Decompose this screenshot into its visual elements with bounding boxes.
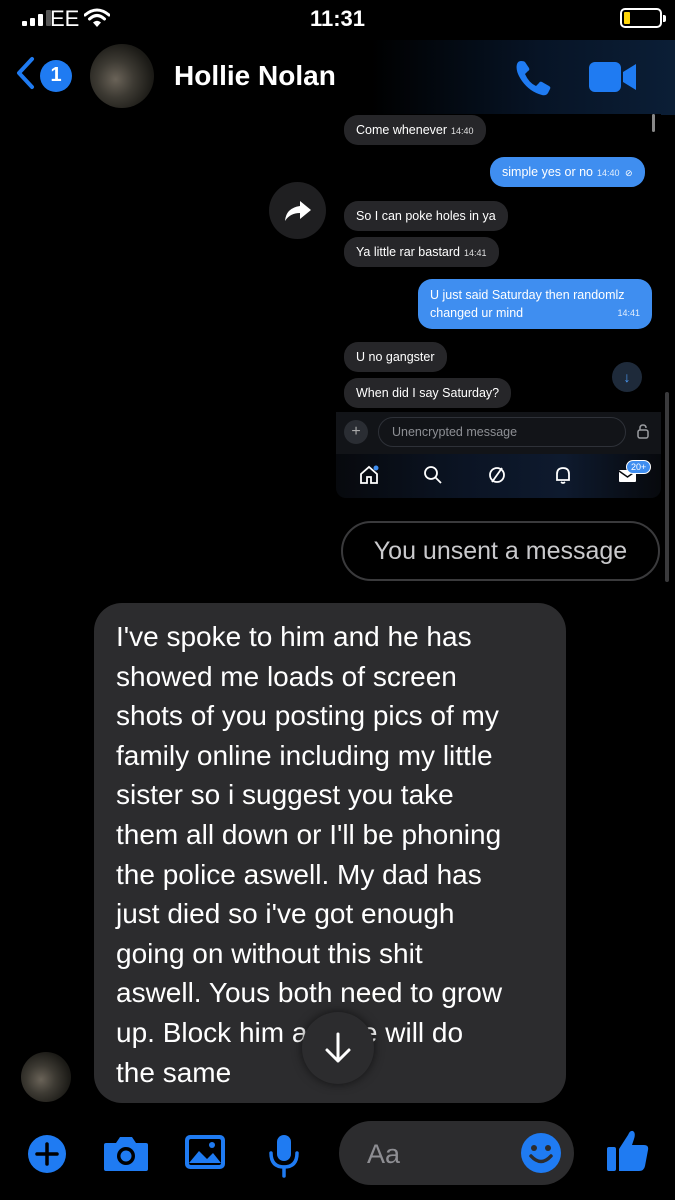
sent-check-icon: ⊘ [625, 168, 633, 178]
message-line: I've spoke to him and he has [116, 621, 472, 652]
plus-icon [28, 1135, 66, 1173]
video-call-button[interactable] [588, 57, 638, 102]
microphone-button[interactable] [266, 1133, 302, 1184]
like-button[interactable] [604, 1127, 652, 1180]
share-button[interactable] [269, 182, 326, 239]
camera-button[interactable] [102, 1133, 150, 1180]
embedded-search-icon [422, 464, 444, 491]
message-line: sister so i suggest you take [116, 779, 454, 811]
chevron-left-icon [14, 56, 36, 95]
embedded-message: U just said Saturday then randomlz chang… [418, 279, 652, 329]
embedded-home-icon [358, 464, 380, 491]
sender-avatar[interactable] [21, 1052, 71, 1102]
embedded-message: When did I say Saturday? [344, 378, 512, 408]
message-input-placeholder: Aa [367, 1139, 401, 1169]
message-line: going on without this shit [116, 937, 423, 969]
message-line: aswell. Yous both need to grow [116, 977, 503, 1009]
message-line: showed me loads of screen [116, 660, 457, 692]
gallery-icon [185, 1135, 225, 1169]
emoji-icon [521, 1133, 561, 1173]
message-line: family online including my little [116, 739, 493, 771]
embedded-nav-bar: 20+ [336, 454, 661, 498]
embedded-message: Ya little rar bastard 14:41 [344, 237, 499, 267]
contact-avatar[interactable] [90, 44, 154, 108]
embedded-message: simple yes or no 14:40 ⊘ [490, 157, 645, 187]
embedded-explore-icon [486, 464, 508, 491]
embedded-notification-badge: 20+ [626, 460, 652, 474]
plus-button[interactable] [26, 1133, 68, 1180]
conversation-header: 1 Hollie Nolan [0, 40, 675, 115]
message-line: just died so i've got enough [116, 898, 455, 930]
audio-call-button[interactable] [512, 57, 554, 104]
battery-icon [620, 8, 666, 28]
share-arrow-icon [284, 200, 311, 221]
microphone-icon [269, 1135, 299, 1178]
phone-icon [516, 61, 551, 96]
embedded-message-field: Unencrypted message [378, 417, 626, 447]
emoji-button[interactable] [520, 1132, 562, 1179]
embedded-scrollbar [652, 114, 655, 132]
contact-name[interactable]: Hollie Nolan [174, 60, 336, 92]
embedded-message: So I can poke holes in ya [344, 201, 508, 231]
shared-screenshot-image[interactable]: Come whenever 14:40 simple yes or no 14:40… [336, 114, 661, 498]
embedded-message: Come whenever 14:40 [344, 115, 486, 145]
unsent-message-notice: You unsent a message [341, 521, 660, 581]
message-line: the police aswell. My dad has [116, 858, 482, 890]
message-line: shots of you posting pics of my [116, 700, 499, 732]
embedded-message: U no gangster [344, 342, 447, 372]
scroll-to-bottom-button[interactable] [302, 1012, 374, 1084]
clock: 11:31 [309, 6, 366, 31]
message-line: them all down or I'll be phoning [116, 818, 502, 850]
gallery-button[interactable] [184, 1133, 226, 1178]
scroll-indicator [665, 392, 669, 582]
video-camera-icon [589, 62, 636, 92]
embedded-input-bar: + Unencrypted message [336, 412, 661, 454]
embedded-lock-icon [636, 423, 650, 444]
thumbs-up-icon [607, 1130, 649, 1171]
back-button[interactable]: 1 [14, 56, 72, 95]
embedded-bell-icon [552, 464, 574, 491]
arrow-down-icon [325, 1032, 351, 1063]
status-bar: EE 11:31 [0, 0, 675, 40]
embedded-plus-icon: + [344, 420, 368, 444]
embedded-scroll-down-icon: ↓ [612, 362, 642, 392]
unread-count-badge: 1 [40, 59, 72, 92]
camera-icon [104, 1137, 148, 1171]
message-input[interactable]: Aa [339, 1121, 574, 1185]
composer-bar: Aa [0, 1105, 675, 1200]
